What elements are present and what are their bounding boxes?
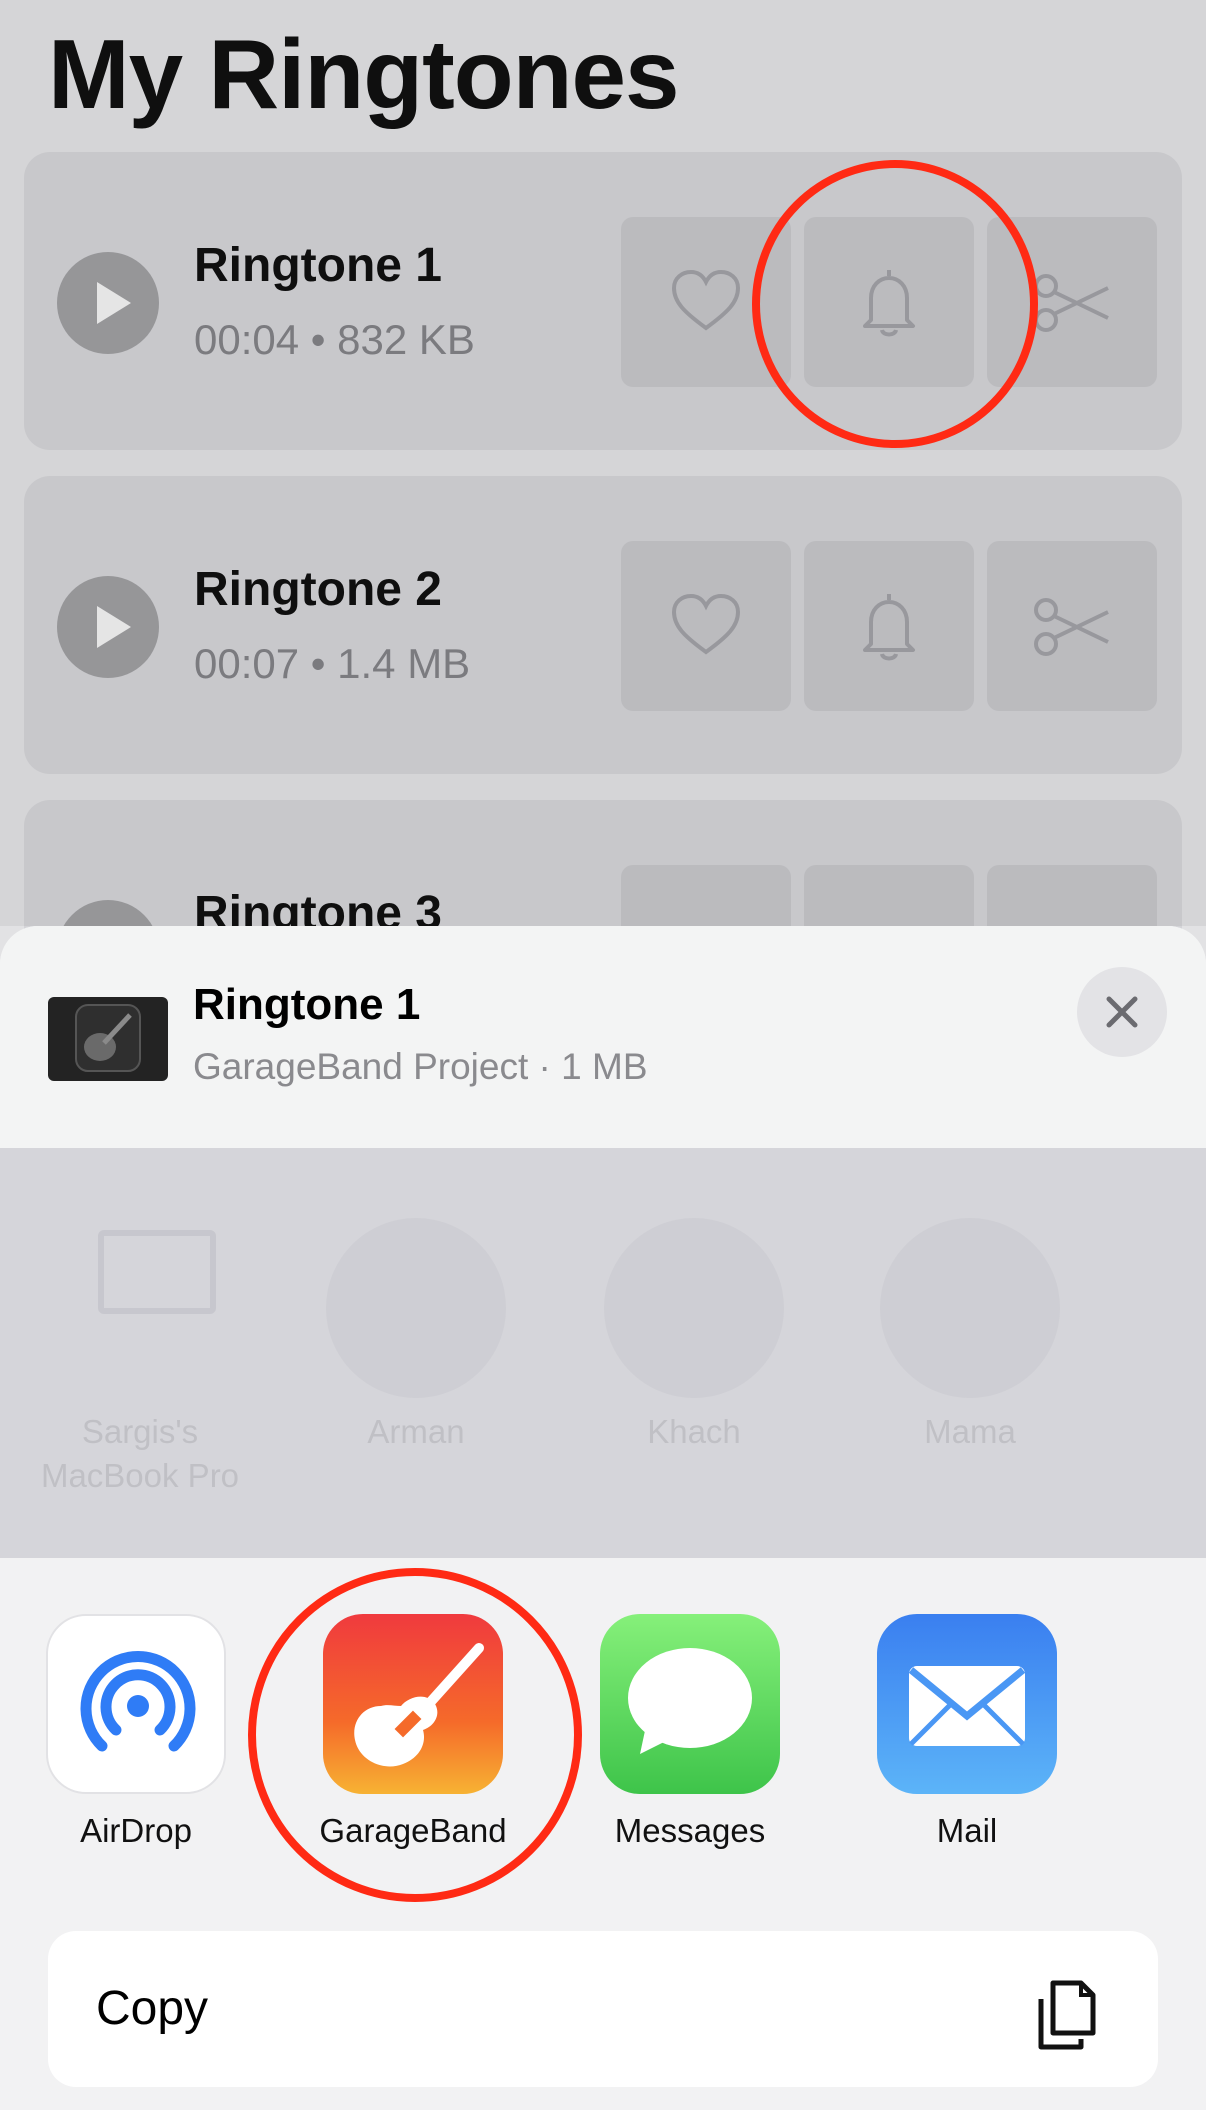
shared-file-title: Ringtone 1 [193,980,421,1029]
person-arman[interactable]: Arman [296,1148,536,1558]
app-label: GarageBand [319,1812,507,1849]
app-label: Messages [614,1812,766,1849]
share-sheet-header: Ringtone 1 GarageBand Project · 1 MB [0,926,1206,1148]
app-label: AirDrop [80,1812,192,1849]
app-label: Mail [936,1812,998,1849]
messages-icon [600,1614,780,1794]
person-mama[interactable]: Mama [850,1148,1090,1558]
avatar [326,1218,506,1398]
dim-overlay [0,0,1206,926]
share-sheet: Ringtone 1 GarageBand Project · 1 MB Sar… [0,926,1206,2110]
person-name: Sargis's MacBook Pro [40,1413,240,1494]
copy-action[interactable]: Copy [48,1931,1158,2087]
laptop-icon [98,1230,216,1314]
person-name: Mama [924,1413,1016,1450]
copy-label: Copy [96,1982,209,2035]
copy-icon [1038,1980,1096,2050]
mail-icon [877,1614,1057,1794]
person-name: Khach [647,1413,741,1450]
shared-file-subtitle: GarageBand Project · 1 MB [193,1046,648,1087]
close-button[interactable] [1077,967,1167,1057]
avatar [604,1218,784,1398]
garageband-icon [323,1614,503,1794]
guitar-icon [75,1004,141,1072]
file-thumbnail [48,997,168,1081]
person-macbook[interactable]: Sargis's MacBook Pro [20,1148,260,1558]
airdrop-people-row: Sargis's MacBook Pro Arman Khach Mama [0,1148,1206,1558]
share-apps-row: AirDrop GarageBand Messages Mail [0,1558,1206,1858]
airdrop-icon [46,1614,226,1794]
person-name: Arman [367,1413,465,1450]
person-khach[interactable]: Khach [574,1148,814,1558]
close-icon [1106,996,1138,1028]
avatar [880,1218,1060,1398]
